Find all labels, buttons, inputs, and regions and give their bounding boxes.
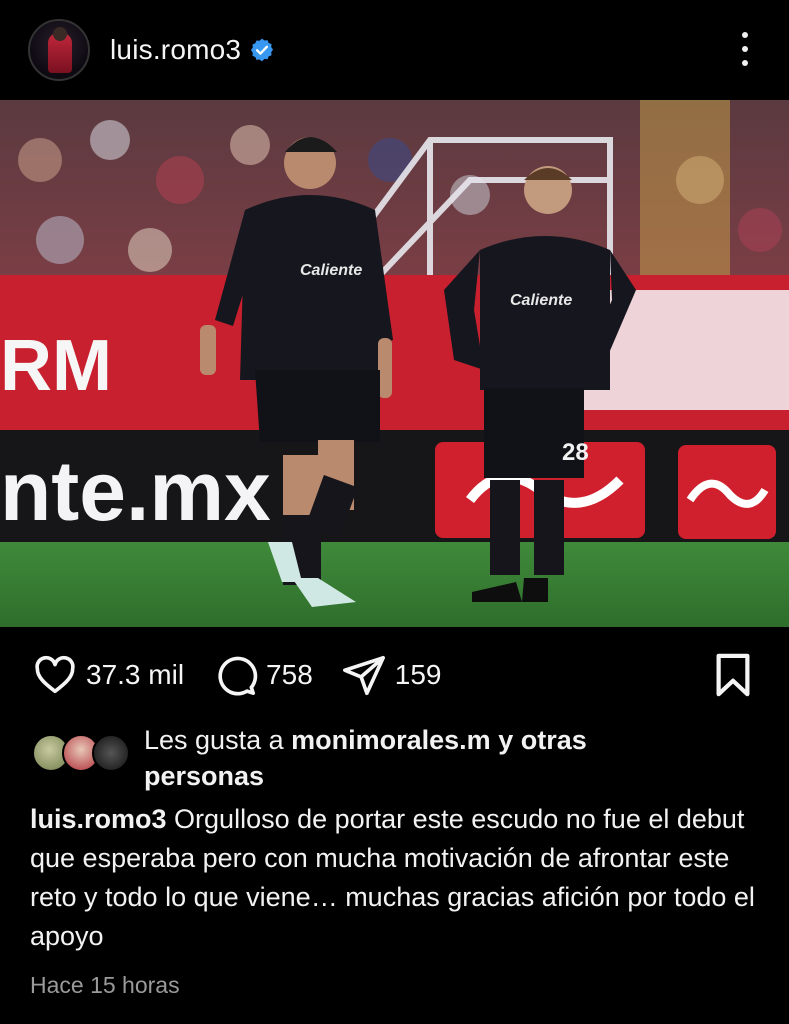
liked-by-section[interactable]: Les gusta a monimorales.m y otras person… bbox=[32, 722, 762, 792]
jersey-sponsor-left: Caliente bbox=[300, 262, 362, 279]
heart-icon bbox=[35, 655, 75, 694]
player-number: 28 bbox=[562, 439, 589, 466]
liker-avatar bbox=[92, 734, 130, 772]
share-icon bbox=[342, 655, 385, 696]
liked-by-user[interactable]: monimorales.m bbox=[291, 725, 491, 755]
liked-by-suffix-1[interactable]: y otras bbox=[498, 725, 587, 755]
post-caption: luis.romo3 Orgulloso de portar este escu… bbox=[30, 800, 760, 956]
post-username[interactable]: luis.romo3 bbox=[110, 34, 241, 66]
profile-avatar[interactable] bbox=[28, 19, 90, 81]
post-header: luis.romo3 bbox=[0, 0, 789, 100]
share-button[interactable]: 159 bbox=[341, 652, 442, 698]
banner-top-text: RM bbox=[0, 326, 112, 406]
more-vertical-icon bbox=[742, 32, 748, 38]
liked-by-suffix-2[interactable]: personas bbox=[144, 761, 264, 791]
like-button[interactable]: 37.3 mil bbox=[32, 652, 184, 698]
banner-bottom-text: nte.mx bbox=[0, 444, 271, 538]
caption-username[interactable]: luis.romo3 bbox=[30, 804, 167, 834]
post-photo[interactable]: RM nte.mx Caliente Caliente 28 bbox=[0, 100, 789, 627]
post-actions: 37.3 mil 758 159 bbox=[0, 640, 789, 710]
bookmark-icon[interactable] bbox=[713, 652, 753, 698]
liked-by-text: Les gusta a monimorales.m y otras person… bbox=[144, 722, 734, 794]
comment-icon bbox=[218, 656, 258, 696]
likes-count[interactable]: 37.3 mil bbox=[86, 659, 184, 691]
comment-button[interactable]: 758 bbox=[212, 652, 313, 698]
shares-count[interactable]: 159 bbox=[395, 659, 442, 691]
liked-by-prefix: Les gusta a bbox=[144, 725, 284, 755]
comments-count[interactable]: 758 bbox=[266, 659, 313, 691]
more-options-button[interactable] bbox=[739, 32, 751, 66]
verified-badge-icon bbox=[251, 38, 274, 62]
jersey-sponsor-right: Caliente bbox=[510, 292, 572, 309]
post-timestamp: Hace 15 horas bbox=[30, 972, 180, 998]
liker-avatars bbox=[32, 734, 132, 774]
